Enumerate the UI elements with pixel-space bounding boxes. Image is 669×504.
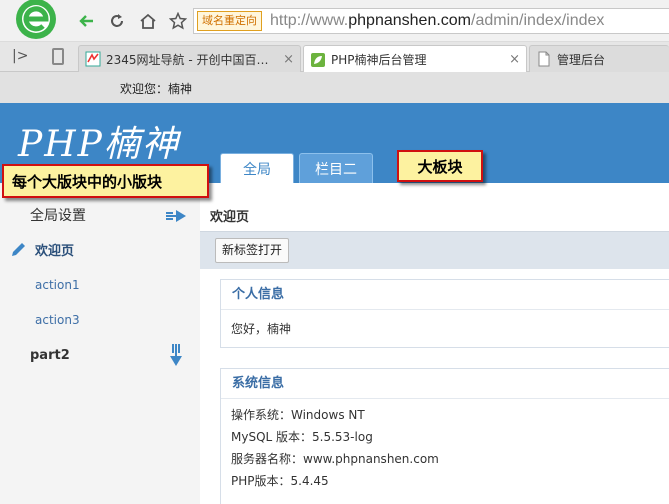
tab-column-two[interactable]: 栏目二: [299, 153, 373, 183]
system-info-panel: 系统信息 操作系统：Windows NT MySQL 版本：5.5.53-log…: [220, 368, 669, 504]
content-toolbar: 新标签打开: [200, 231, 669, 269]
info-row-server: 服务器名称：www.phpnanshen.com: [231, 452, 439, 466]
back-arrow-icon: [79, 15, 93, 27]
arrow-right-icon: [166, 210, 186, 222]
personal-info-panel: 个人信息 您好，楠神: [220, 279, 669, 348]
tab-title: 管理后台: [557, 52, 606, 67]
back-button[interactable]: [76, 10, 98, 32]
tab-title: 2345网址导航 - 开创中国百年品: [106, 52, 278, 67]
content-area: 欢迎页 新标签打开 个人信息 您好，楠神 系统信息 操作系统：Windows N…: [200, 183, 669, 504]
panel-title: 系统信息: [221, 369, 669, 399]
bookmark-button[interactable]: [167, 10, 189, 32]
page-title: 欢迎页: [210, 210, 250, 225]
tab-close-icon[interactable]: ×: [509, 52, 520, 67]
page-favicon-icon: [538, 51, 550, 67]
info-row-os: 操作系统：Windows NT: [231, 408, 365, 422]
home-button[interactable]: [137, 10, 159, 32]
panel-body: 操作系统：Windows NT MySQL 版本：5.5.53-log 服务器名…: [221, 399, 669, 500]
pencil-icon: [12, 243, 25, 256]
site-brand: PHP楠神: [18, 124, 180, 165]
tab-title: PHP楠神后台管理: [331, 53, 427, 67]
arrow-down-icon: [170, 344, 182, 366]
sidebar-item-welcome[interactable]: 欢迎页: [0, 239, 200, 259]
reload-button[interactable]: [106, 10, 128, 32]
sidebar: 全局设置 欢迎页 action1 action3 part2: [0, 183, 200, 504]
sidebar-item-action3[interactable]: action3: [0, 310, 200, 330]
tab-2345[interactable]: 2345网址导航 - 开创中国百年品 ×: [78, 45, 301, 72]
browser-toolbar: 域名重定向 http://www.phpnanshen.com/admin/in…: [0, 0, 669, 42]
open-new-tab-button[interactable]: 新标签打开: [215, 238, 290, 263]
star-icon: [169, 12, 187, 30]
info-row-php: PHP版本：5.4.45: [231, 474, 329, 488]
welcome-bar: 欢迎您：楠神: [0, 72, 669, 103]
panel-title: 个人信息: [221, 280, 669, 310]
phone-icon[interactable]: [52, 48, 64, 65]
sidebar-group-global[interactable]: 全局设置: [0, 205, 200, 225]
sidebar-toggle-icon[interactable]: |>: [12, 48, 28, 64]
sidebar-group-label: 全局设置: [30, 208, 86, 224]
tab-backend[interactable]: 管理后台: [529, 45, 669, 72]
sidebar-item-label: action3: [35, 313, 80, 327]
sidebar-group-label: part2: [30, 347, 70, 363]
2345-favicon-icon: [85, 51, 101, 67]
welcome-text: 欢迎您：楠神: [120, 82, 193, 96]
url-text[interactable]: http://www.phpnanshen.com/admin/index/in…: [270, 12, 604, 30]
panel-body: 您好，楠神: [221, 310, 669, 348]
sidebar-group-part2[interactable]: part2: [0, 343, 200, 367]
callout-big-block: 大板块: [397, 150, 483, 182]
tab-global[interactable]: 全局: [220, 153, 294, 183]
sidebar-item-label: action1: [35, 278, 80, 292]
home-icon: [140, 13, 156, 29]
tab-strip: |> 2345网址导航 - 开创中国百年品 × PHP楠神后台管理 × 管理后台: [0, 42, 669, 73]
info-row-mysql: MySQL 版本：5.5.53-log: [231, 430, 373, 444]
redirect-badge[interactable]: 域名重定向: [197, 11, 262, 31]
callout-sub-block: 每个大版块中的小版块: [2, 164, 209, 198]
sidebar-item-action1[interactable]: action1: [0, 275, 200, 295]
sidebar-item-label: 欢迎页: [35, 243, 75, 259]
tab-close-icon[interactable]: ×: [283, 52, 294, 67]
address-bar[interactable]: 域名重定向 http://www.phpnanshen.com/admin/in…: [193, 8, 669, 34]
browser-logo-icon: [16, 0, 56, 39]
leaf-favicon-icon: [311, 52, 325, 67]
tab-admin[interactable]: PHP楠神后台管理 ×: [303, 45, 527, 73]
greeting-text: 您好，楠神: [231, 322, 292, 336]
reload-icon: [111, 14, 123, 27]
